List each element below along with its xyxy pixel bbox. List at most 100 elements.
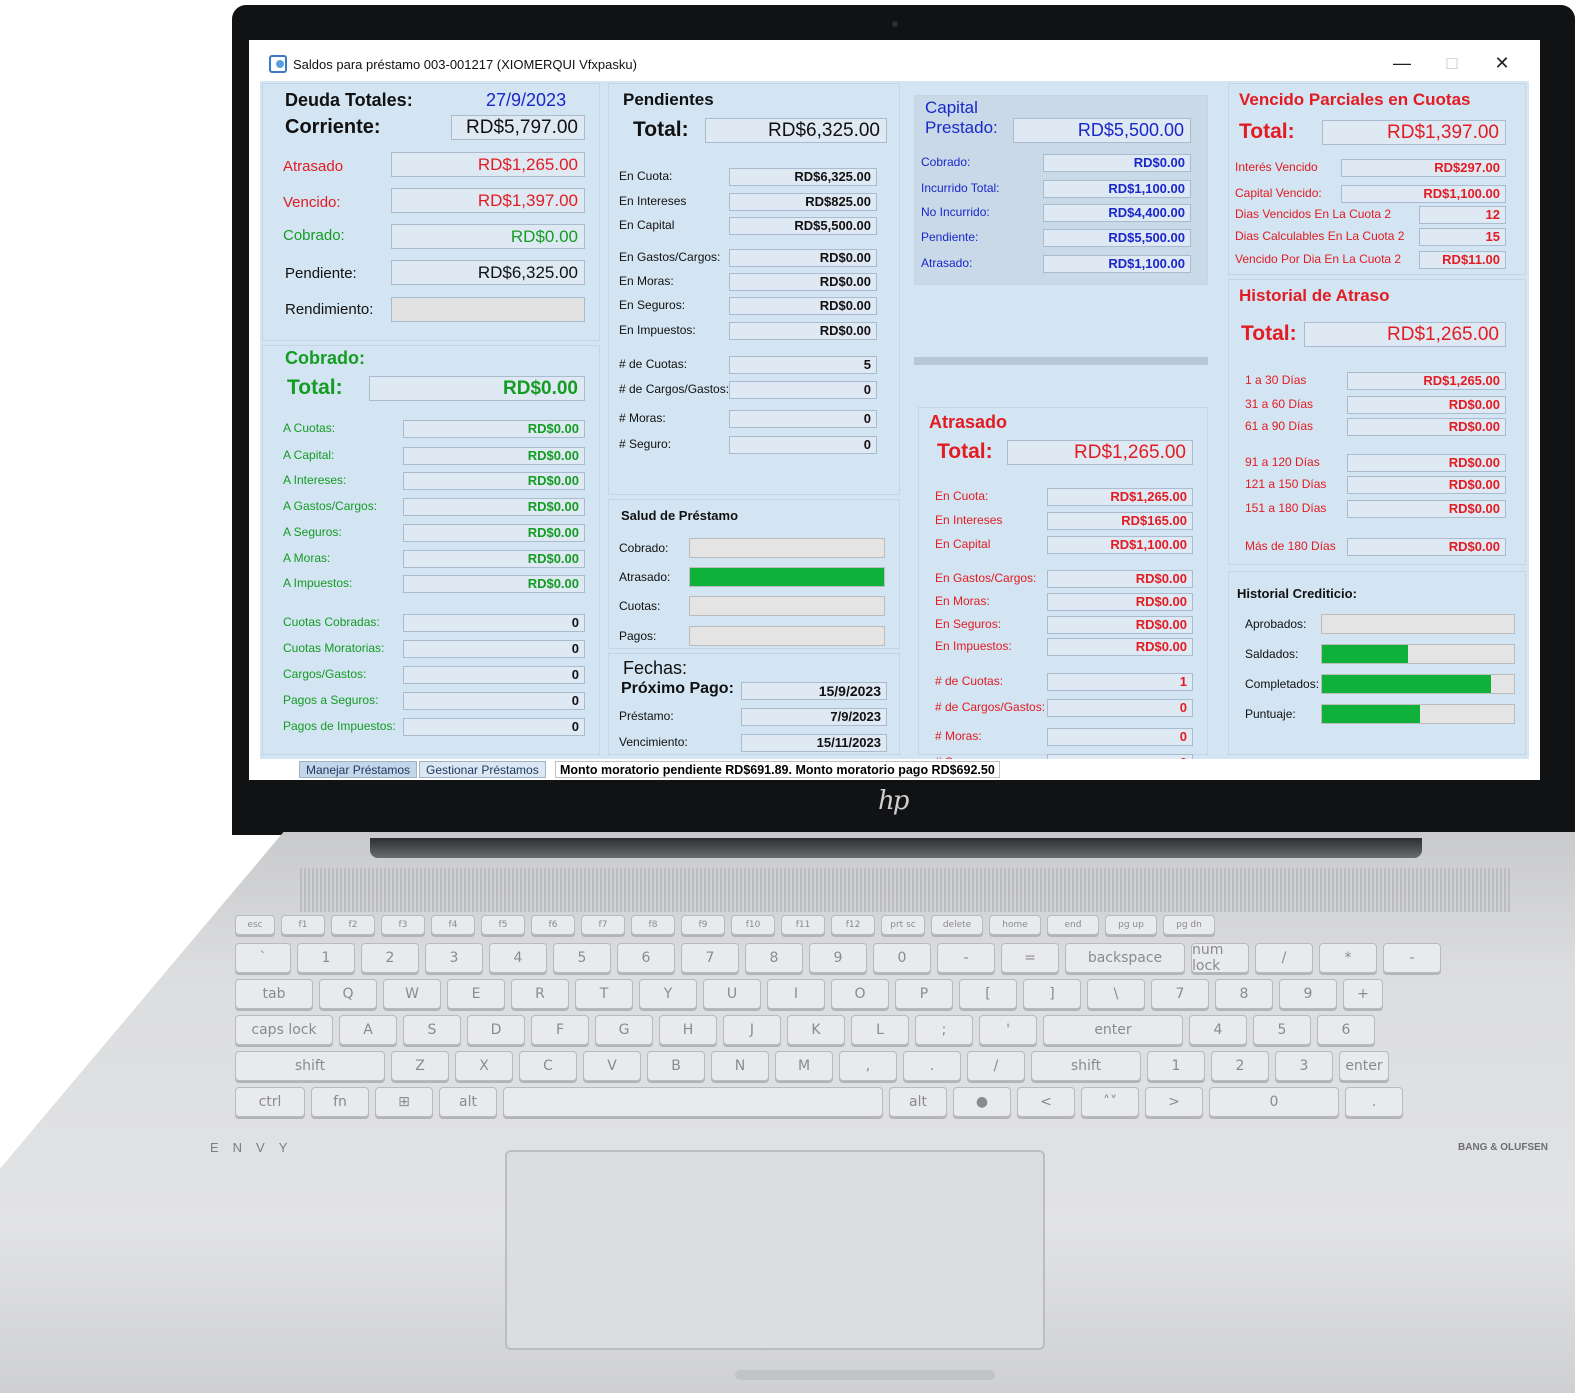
keyboard-key: 7 <box>1151 979 1209 1009</box>
pendientes-row-value: RD$6,325.00 <box>729 168 877 186</box>
atrasado-label: Atrasado <box>283 158 344 175</box>
pendientes-row-value: 5 <box>729 356 877 374</box>
keyboard-key: num lock <box>1191 942 1249 974</box>
cobrado-total-value: RD$0.00 <box>369 376 585 401</box>
vencido-panel: Vencido Parciales en Cuotas Total: RD$1,… <box>1228 83 1526 275</box>
salud-label: Cobrado: <box>619 541 669 555</box>
keyboard-key: W <box>383 979 441 1009</box>
pendientes-row-value: 0 <box>729 410 877 428</box>
keyboard-key: ⊞ <box>375 1087 433 1117</box>
keyboard-key: / <box>967 1051 1025 1081</box>
atrasado-row-label: # de Cargos/Gastos: <box>935 700 1046 714</box>
keyboard-key: B <box>647 1051 705 1081</box>
salud-progress-bar <box>689 626 885 646</box>
historial-row-value: RD$0.00 <box>1347 418 1506 436</box>
pendientes-row-value: RD$0.00 <box>729 273 877 291</box>
keyboard-key: alt <box>439 1087 497 1117</box>
keyboard-key: D <box>467 1015 525 1045</box>
touchpad <box>505 1150 1045 1350</box>
crediticio-label: Puntuaje: <box>1245 707 1296 721</box>
vencido-row-label: Capital Vencido: <box>1235 186 1322 200</box>
keyboard-key: 2 <box>1211 1051 1269 1081</box>
salud-progress-fill <box>690 568 884 586</box>
capital-row-label: Incurrido Total: <box>921 181 1000 195</box>
keyboard-key: end <box>1047 915 1099 935</box>
vencido-row-value: 15 <box>1419 228 1506 246</box>
capital-prestado-label: Prestado: <box>925 118 998 137</box>
keyboard-key: 4 <box>489 943 547 973</box>
keyboard-key: 5 <box>1253 1015 1311 1045</box>
maximize-button[interactable]: □ <box>1442 53 1462 74</box>
pendientes-row-label: En Impuestos: <box>619 323 696 337</box>
crediticio-progress-bar <box>1321 644 1515 664</box>
keyboard-key: 2 <box>361 943 419 973</box>
pendientes-row-value: RD$0.00 <box>729 322 877 340</box>
pendientes-title: Pendientes <box>623 90 714 109</box>
capital-panel: Capital Prestado: RD$5,500.00 Cobrado: RD… <box>914 95 1208 285</box>
keyboard-key: Y <box>639 979 697 1009</box>
cobrado-row-label: A Cuotas: <box>283 421 336 435</box>
keyboard-key: E <box>447 979 505 1009</box>
capital-row-value: RD$1,100.00 <box>1043 180 1191 198</box>
atrasado-row-value: RD$0.00 <box>1047 638 1193 656</box>
atrasado-row-value: RD$0.00 <box>1047 616 1193 634</box>
vencido-row-value: RD$1,100.00 <box>1341 185 1506 203</box>
keyboard-key: ˄˅ <box>1081 1087 1139 1117</box>
pendientes-row-label: # de Cargos/Gastos: <box>619 382 730 396</box>
atrasado-row-label: En Seguros: <box>935 617 1002 631</box>
capital-row-label: No Incurrido: <box>921 205 990 219</box>
atrasado-row-value: 0 <box>1047 699 1193 717</box>
main-content: Deuda Totales: 27/9/2023 Corriente: RD$5… <box>260 81 1529 777</box>
salud-progress-bar <box>689 596 885 616</box>
keyboard-key: \ <box>1087 979 1145 1009</box>
pendientes-row-value: RD$5,500.00 <box>729 217 877 235</box>
atrasado-row-label: En Moras: <box>935 594 990 608</box>
crediticio-progress-fill <box>1322 675 1491 693</box>
minimize-button[interactable]: — <box>1392 53 1412 74</box>
atrasado-row-value: RD$0.00 <box>1047 570 1193 588</box>
keyboard-key: 6 <box>617 943 675 973</box>
atrasado-row-label: # de Cuotas: <box>935 674 1004 688</box>
title-bar: Saldos para préstamo 003-001217 (XIOMERQ… <box>249 40 1540 80</box>
crediticio-progress-bar <box>1321 704 1515 724</box>
pendientes-row-label: En Cuota: <box>619 169 673 183</box>
corriente-label: Corriente: <box>285 116 381 138</box>
keyboard-key: 7 <box>681 943 739 973</box>
keyboard-key: , <box>839 1051 897 1081</box>
cobrado-row-label: A Capital: <box>283 448 335 462</box>
tab-manejar-prestamos[interactable]: Manejar Préstamos <box>299 761 418 778</box>
capital-row-value: RD$1,100.00 <box>1043 255 1191 273</box>
keyboard-key: C <box>519 1051 577 1081</box>
keyboard-key: enter <box>1339 1051 1389 1081</box>
pendientes-total-value: RD$6,325.00 <box>705 118 887 143</box>
keyboard-key: ' <box>979 1015 1037 1045</box>
cobrado-count-label: Cuotas Cobradas: <box>283 615 380 629</box>
keyboard-key: f2 <box>331 915 375 935</box>
keyboard-key: 8 <box>745 943 803 973</box>
cobrado-row-value: RD$0.00 <box>403 524 585 542</box>
keyboard-key: - <box>937 943 995 973</box>
tab-gestionar-prestamos[interactable]: Gestionar Préstamos <box>419 761 546 778</box>
keyboard-row: tab Q W E R T Y U I O P[] \ 7 8 9 + <box>235 979 1383 1009</box>
cobrado-row-label: A Gastos/Cargos: <box>283 499 378 513</box>
pendientes-row-value: 0 <box>729 381 877 399</box>
cobrado-count-value: 0 <box>403 666 585 684</box>
salud-progress-bar <box>689 538 885 558</box>
historial-row-label: 1 a 30 Días <box>1245 373 1307 387</box>
keyboard-key: V <box>583 1051 641 1081</box>
close-button[interactable]: ✕ <box>1492 53 1512 74</box>
historial-row-value: RD$1,265.00 <box>1347 372 1506 390</box>
cobrado-row-value: RD$0.00 <box>403 550 585 568</box>
fechas-title: Fechas: <box>623 658 688 678</box>
capital-row-value: RD$0.00 <box>1043 154 1191 172</box>
vencido-title: Vencido Parciales en Cuotas <box>1239 90 1471 109</box>
cobrado-label: Cobrado: <box>283 227 345 244</box>
crediticio-progress-bar <box>1321 614 1515 634</box>
keyboard-key: ctrl <box>235 1087 305 1117</box>
keyboard-key: - <box>1383 943 1441 973</box>
keyboard-key: shift <box>235 1051 385 1081</box>
keyboard-key: . <box>903 1051 961 1081</box>
keyboard-key: alt <box>889 1087 947 1117</box>
pendientes-row-label: En Seguros: <box>619 298 686 312</box>
speaker-grille <box>300 868 1510 912</box>
